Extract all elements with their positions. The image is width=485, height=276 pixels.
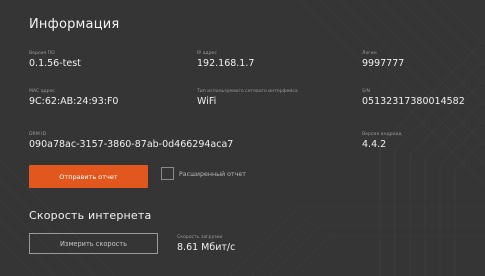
ip-label: IP адрес: [197, 51, 217, 56]
drm-label: DRM ID: [29, 132, 47, 137]
drm-value: 090a78ac-3157-3860-87ab-0d466294aca7: [29, 139, 234, 150]
download-speed-label: Скорость загрузки: [177, 235, 223, 240]
net-type-label: Тип используемого сетевого интерфейса: [197, 89, 298, 94]
login-label: Логин: [362, 51, 377, 56]
info-title: Информация: [29, 17, 120, 32]
firmware-label: Версия ПО: [29, 51, 55, 56]
device-info-screen: Информация Версия ПО 0.1.56-test IP адре…: [0, 0, 485, 276]
net-type-value: WiFi: [197, 96, 217, 107]
android-value: 4.4.2: [362, 139, 387, 150]
ip-value: 192.168.1.7: [197, 58, 255, 69]
send-report-button-label: Отправить отчет: [59, 172, 118, 181]
measure-speed-button[interactable]: Измерить скорость: [29, 233, 158, 254]
sn-label: S/N: [362, 89, 370, 94]
extended-report-checkbox[interactable]: [161, 167, 174, 180]
sn-value: 05132317380014582: [362, 96, 465, 107]
extended-report-label: Расширенный отчет: [179, 171, 246, 178]
login-value: 9997777: [362, 58, 405, 69]
send-report-button[interactable]: Отправить отчет: [29, 165, 148, 188]
firmware-value: 0.1.56-test: [29, 58, 81, 69]
mac-label: MAC адрес: [29, 89, 55, 94]
mac-value: 9C:62:AB:24:93:F0: [29, 96, 119, 107]
download-speed-value: 8.61 Мбит/с: [177, 242, 236, 253]
speed-title: Скорость интернета: [29, 209, 152, 222]
android-label: Версия андроид: [362, 132, 402, 137]
measure-speed-button-label: Измерить скорость: [60, 239, 127, 248]
